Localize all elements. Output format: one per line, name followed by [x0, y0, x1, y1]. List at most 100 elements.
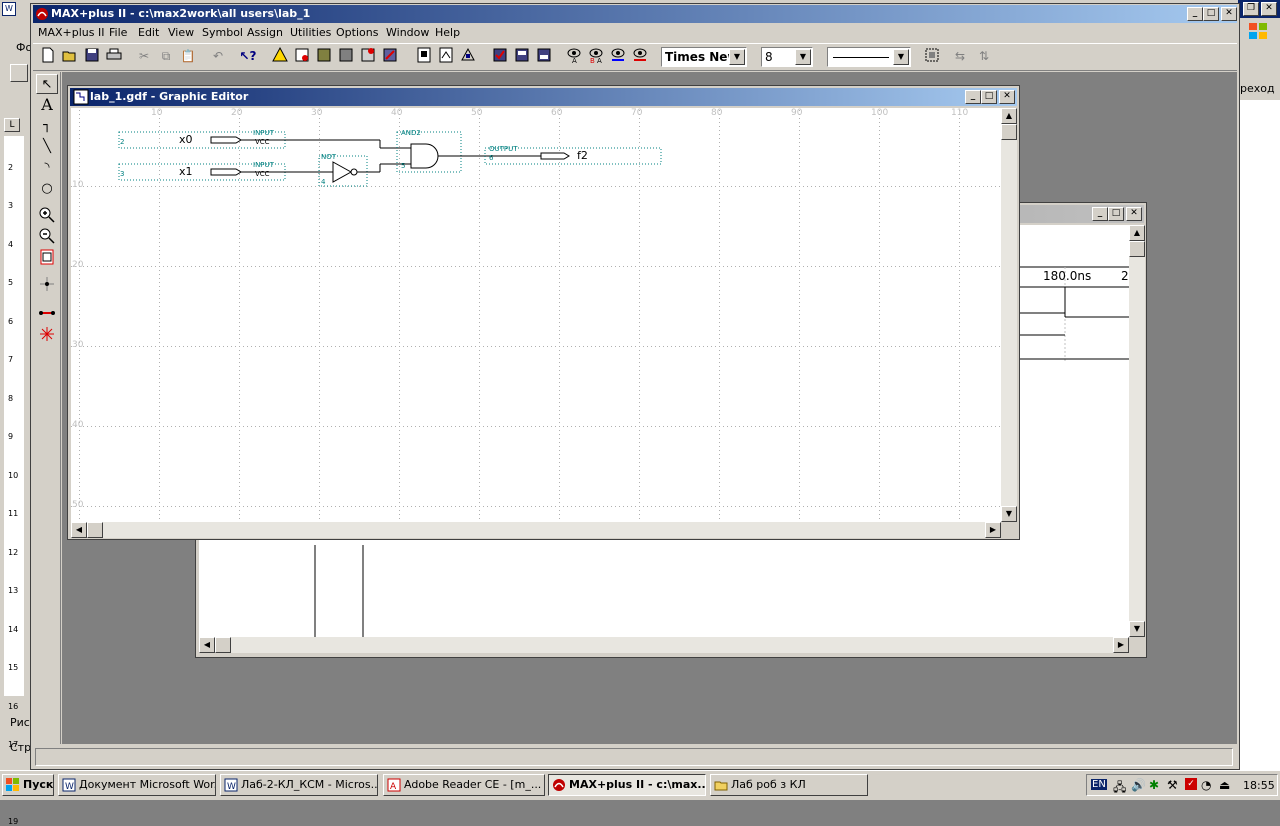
graphic-vscroll[interactable]: ▲ ▼ — [1001, 108, 1017, 522]
font-size-select[interactable]: 8 ▼ — [761, 47, 813, 67]
cut-icon[interactable]: ✂ — [133, 46, 155, 68]
task-word-doc[interactable]: W Документ Microsoft Wor... — [58, 774, 216, 796]
word-close-button[interactable]: ✕ — [1261, 2, 1277, 16]
word-ruler-tab-button[interactable]: L — [4, 118, 20, 132]
maximize-button[interactable]: □ — [981, 90, 997, 104]
scroll-thumb[interactable] — [87, 522, 103, 538]
scroll-left-icon[interactable]: ◀ — [71, 522, 87, 538]
word-restore-button[interactable]: ❐ — [1243, 2, 1259, 16]
graphic-hscroll[interactable]: ◀ ▶ — [71, 522, 1001, 538]
zoom-out-icon[interactable] — [36, 227, 58, 247]
tray-clock-app-icon[interactable]: ◔ — [1201, 778, 1211, 792]
copy-icon[interactable]: ⧉ — [155, 46, 177, 68]
menu-window[interactable]: Window — [386, 24, 429, 42]
compiler-icon[interactable] — [313, 46, 335, 68]
task-adobe-reader[interactable]: A Adobe Reader CE - [m_... — [383, 774, 545, 796]
menu-edit[interactable]: Edit — [138, 24, 159, 42]
arrow-select-icon[interactable]: ↖ — [36, 74, 58, 94]
snap-grid-icon[interactable] — [921, 46, 943, 68]
language-indicator[interactable]: EN — [1091, 779, 1107, 790]
pin-x1-symbol[interactable] — [210, 168, 242, 176]
help-pointer-icon[interactable]: ↖? — [237, 46, 259, 68]
scroll-left-icon[interactable]: ◀ — [199, 637, 215, 653]
close-button[interactable]: ✕ — [1221, 7, 1237, 21]
not-gate-symbol[interactable] — [332, 161, 353, 183]
font-name-select[interactable]: Times New ▼ — [661, 47, 747, 67]
undo-icon[interactable]: ↶ — [207, 46, 229, 68]
save-icon[interactable] — [81, 46, 103, 68]
timing-analyzer-icon[interactable] — [357, 46, 379, 68]
scroll-thumb[interactable] — [1001, 124, 1017, 140]
menu-assign[interactable]: Assign — [247, 24, 283, 42]
start-button[interactable]: Пуск — [2, 774, 54, 796]
hierarchy-up-icon[interactable] — [269, 46, 291, 68]
new-icon[interactable] — [37, 46, 59, 68]
menu-maxplus[interactable]: MAX+plus II — [38, 24, 105, 42]
floorplan-icon[interactable] — [291, 46, 313, 68]
flip-horizontal-icon[interactable]: ⇆ — [949, 46, 971, 68]
line-style-select[interactable]: ▼ — [827, 47, 911, 67]
menu-help[interactable]: Help — [435, 24, 460, 42]
circle-tool-icon[interactable]: ○ — [36, 179, 58, 199]
simulator-icon[interactable] — [335, 46, 357, 68]
save-compile-icon[interactable] — [511, 46, 533, 68]
waveform-vscroll[interactable]: ▲ ▼ — [1129, 225, 1145, 637]
rotate-icon[interactable]: ⇅ — [973, 46, 995, 68]
print-icon[interactable] — [103, 46, 125, 68]
clock[interactable]: 18:55 — [1243, 779, 1275, 792]
minimize-button[interactable]: _ — [1092, 207, 1108, 221]
save-check-icon[interactable] — [489, 46, 511, 68]
diagonal-line-icon[interactable]: ╲ — [36, 137, 58, 157]
fit-in-window-icon[interactable] — [36, 248, 58, 268]
menu-utilities[interactable]: Utilities — [290, 24, 331, 42]
rubberband-off-icon[interactable] — [36, 325, 58, 345]
tray-tools-icon[interactable]: ⚒ — [1167, 778, 1178, 792]
network-icon[interactable]: 🖧 — [1113, 778, 1126, 799]
save-simulate-icon[interactable] — [533, 46, 555, 68]
project-save-icon[interactable] — [457, 46, 479, 68]
zoom-in-icon[interactable] — [36, 206, 58, 226]
scroll-thumb[interactable] — [215, 637, 231, 653]
open-icon[interactable] — [59, 46, 81, 68]
tray-safe-remove-icon[interactable]: ⏏ — [1219, 778, 1230, 792]
task-word-lab2[interactable]: W Лаб-2-КЛ_КСМ - Micros... — [220, 774, 378, 796]
scroll-down-icon[interactable]: ▼ — [1001, 506, 1017, 522]
chevron-down-icon[interactable]: ▼ — [729, 49, 745, 65]
scroll-down-icon[interactable]: ▼ — [1129, 621, 1145, 637]
tray-antivirus-icon[interactable]: ✓ — [1185, 778, 1197, 790]
tray-app-icon[interactable]: ✱ — [1149, 778, 1159, 792]
text-tool-icon[interactable]: A — [36, 95, 58, 115]
scroll-up-icon[interactable]: ▲ — [1129, 225, 1145, 241]
close-button[interactable]: ✕ — [1126, 207, 1142, 221]
volume-icon[interactable]: 🔊 — [1131, 778, 1146, 792]
word-new-doc-button[interactable] — [10, 64, 28, 82]
chevron-down-icon[interactable]: ▼ — [893, 49, 909, 65]
find-node-source-icon[interactable] — [629, 46, 651, 68]
waveform-hscroll[interactable]: ◀ ▶ — [199, 637, 1129, 653]
close-button[interactable]: ✕ — [999, 90, 1015, 104]
task-maxplus[interactable]: MAX+plus II - c:\max... — [548, 774, 706, 796]
menu-options[interactable]: Options — [336, 24, 378, 42]
scroll-thumb[interactable] — [1129, 241, 1145, 257]
menu-symbol[interactable]: Symbol — [202, 24, 243, 42]
menu-file[interactable]: File — [109, 24, 127, 42]
paste-icon[interactable]: 📋 — [177, 46, 199, 68]
find-node-wave-icon[interactable] — [607, 46, 629, 68]
task-folder[interactable]: Лаб роб з КЛ — [710, 774, 868, 796]
maximize-button[interactable]: □ — [1108, 207, 1124, 221]
rubberband-on-icon[interactable] — [36, 304, 58, 324]
minimize-button[interactable]: _ — [1187, 7, 1203, 21]
scroll-right-icon[interactable]: ▶ — [1113, 637, 1129, 653]
and-gate-symbol[interactable] — [410, 143, 439, 169]
arc-tool-icon[interactable]: ◝ — [36, 158, 58, 178]
scroll-up-icon[interactable]: ▲ — [1001, 108, 1017, 124]
connect-icon[interactable] — [36, 275, 58, 295]
programmer-icon[interactable] — [379, 46, 401, 68]
hierarchy-display-icon[interactable] — [413, 46, 435, 68]
project-set-icon[interactable] — [435, 46, 457, 68]
minimize-button[interactable]: _ — [965, 90, 981, 104]
output-f2-symbol[interactable] — [540, 152, 570, 160]
schematic-canvas[interactable]: 10 20 30 40 50 60 70 80 90 100 110 10 20 30 40 50 INPU… — [71, 108, 1001, 522]
find-node-icon[interactable]: A — [563, 46, 585, 68]
find-node-db-icon[interactable]: BA — [585, 46, 607, 68]
